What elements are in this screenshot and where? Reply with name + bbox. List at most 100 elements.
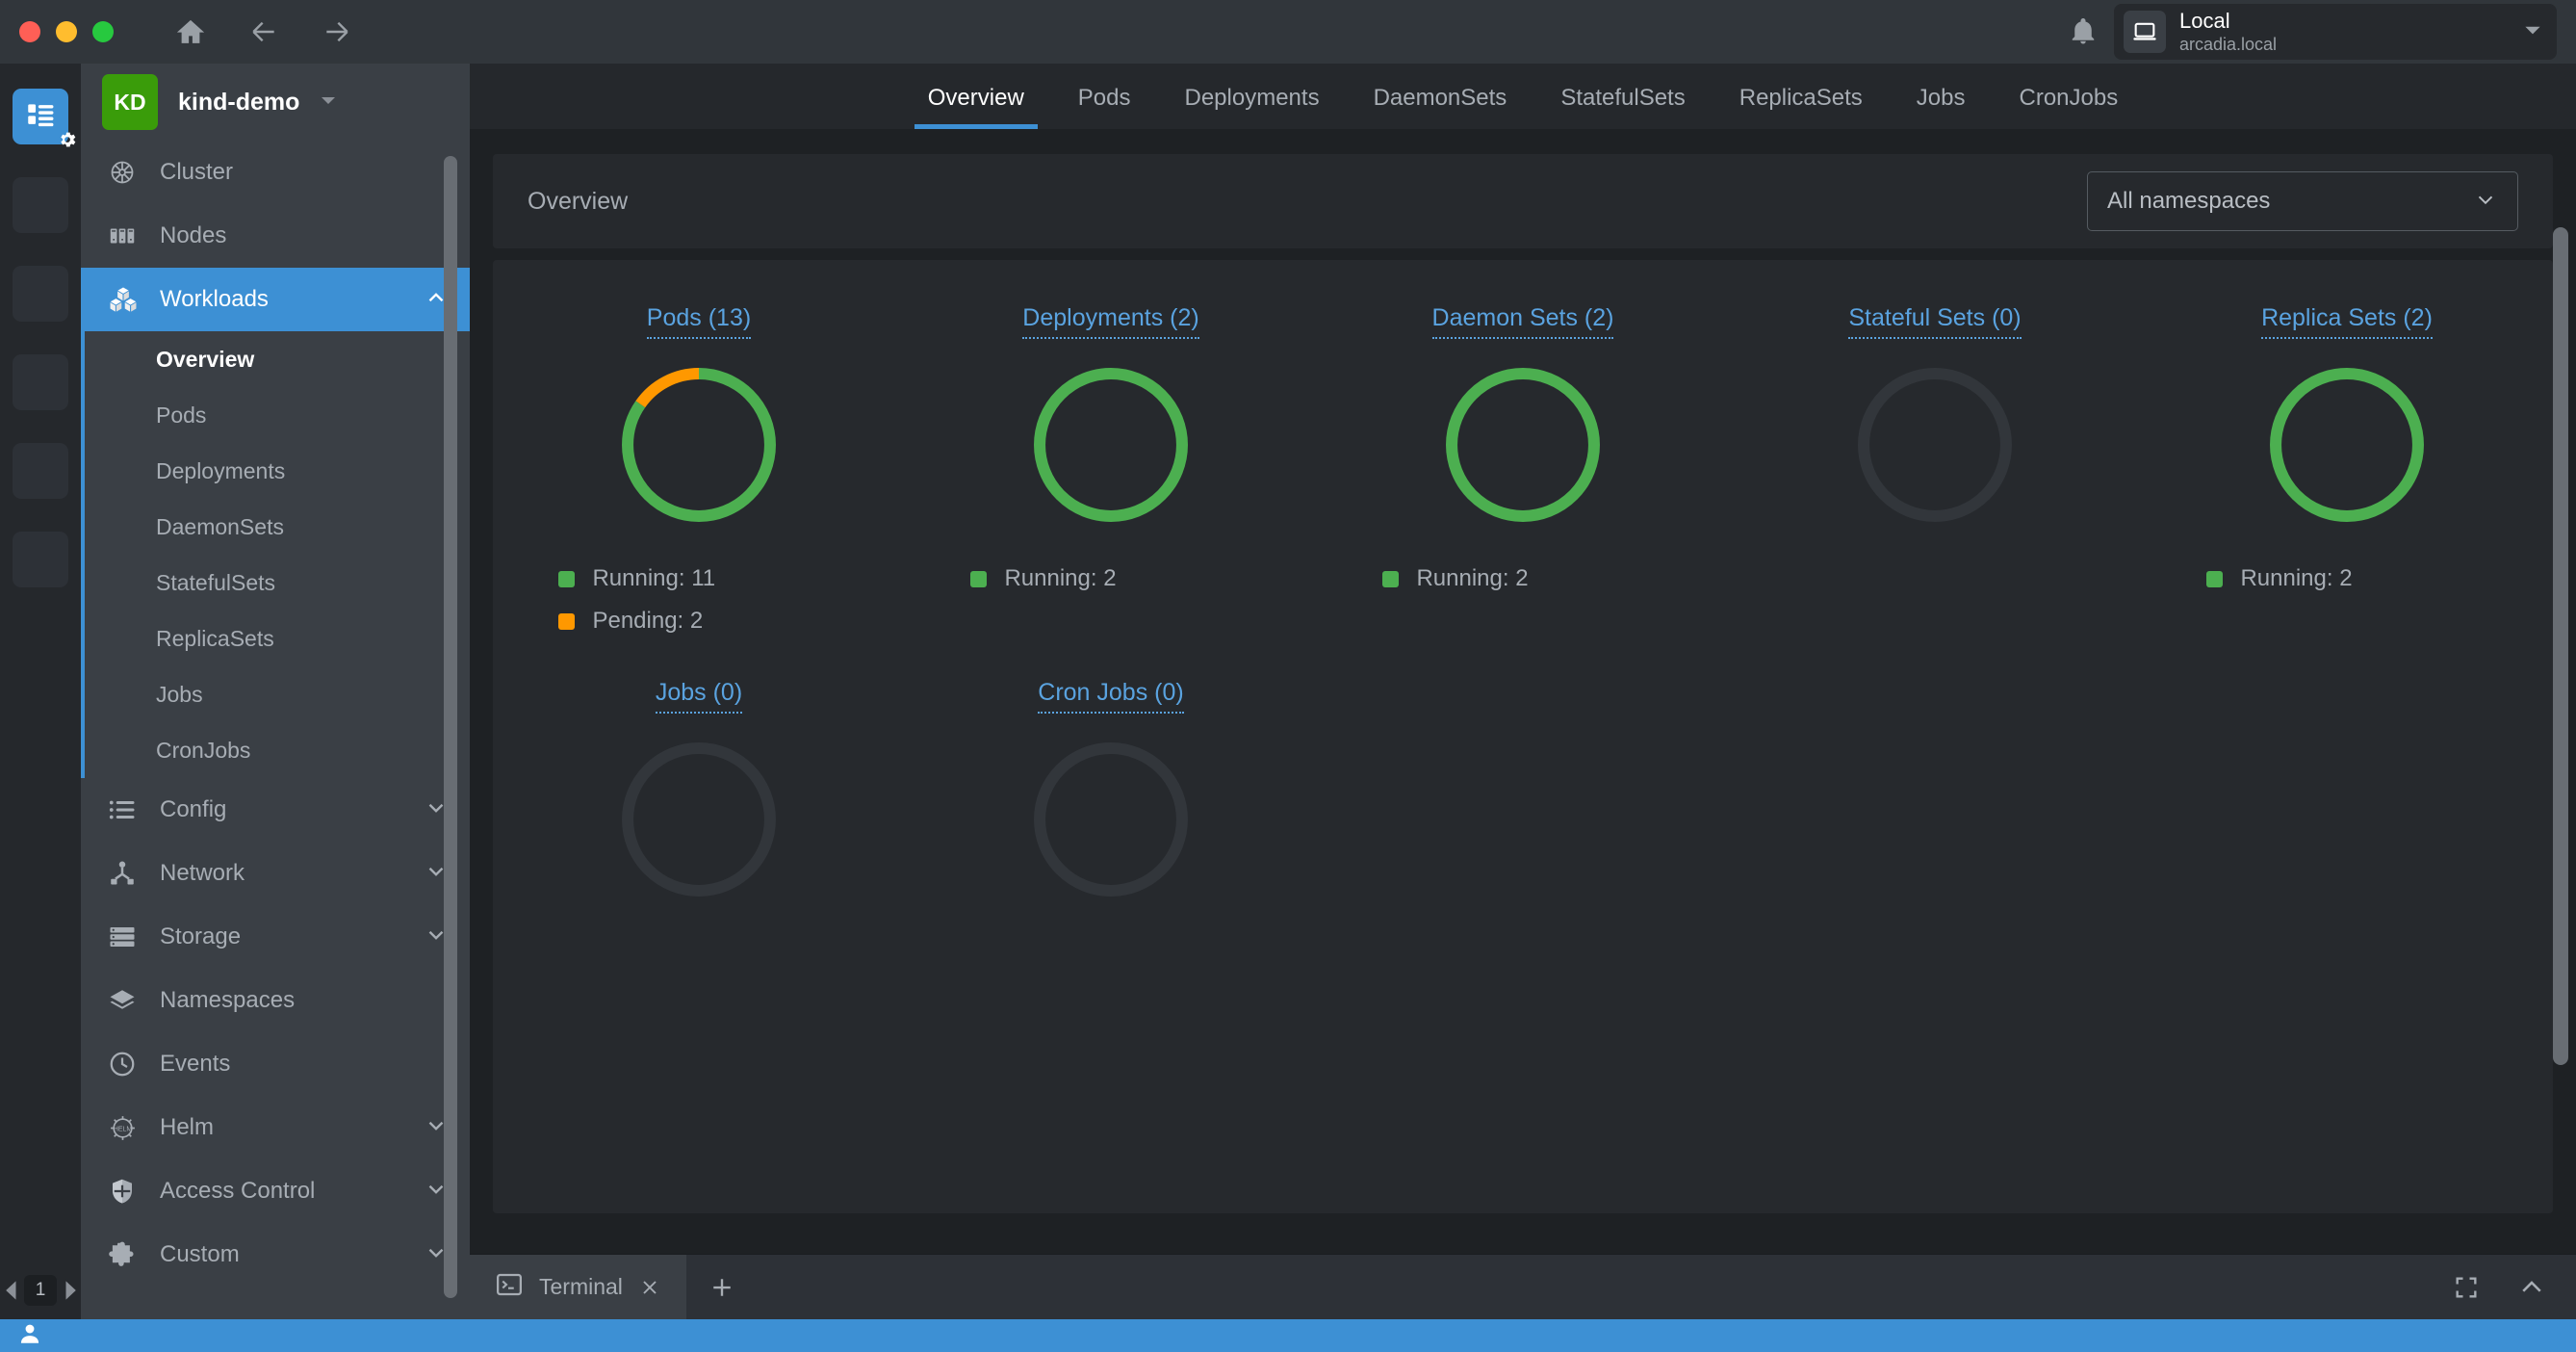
sidebar-item-events[interactable]: Events: [81, 1032, 470, 1096]
sidebar-item-helm[interactable]: HELM Helm: [81, 1096, 470, 1159]
gear-icon[interactable]: [57, 129, 78, 150]
sidebar-cluster-header[interactable]: KD kind-demo: [81, 64, 470, 141]
sidebar-subitem-label: CronJobs: [156, 737, 251, 763]
pagination-prev-icon[interactable]: [0, 1278, 20, 1303]
chart-title-link[interactable]: Deployments (2): [1022, 304, 1199, 339]
status-bar: [0, 1319, 2576, 1352]
sidebar-item-label: Events: [160, 1051, 231, 1077]
dock-tab-terminal[interactable]: Terminal: [470, 1255, 686, 1319]
tab-label: Pods: [1077, 85, 1131, 111]
sidebar-subitem-jobs[interactable]: Jobs: [85, 666, 470, 722]
back-arrow-icon[interactable]: [246, 14, 281, 49]
laptop-icon: [2124, 11, 2166, 53]
rail-placeholder-tile-4[interactable]: [13, 443, 68, 499]
user-icon[interactable]: [17, 1321, 42, 1351]
workload-charts-panel: Pods (13) Running: 11 Pending: 2 Deploym…: [493, 260, 2553, 1213]
cluster-picker[interactable]: Local arcadia.local: [2114, 4, 2557, 60]
tab-deployments[interactable]: Deployments: [1158, 85, 1347, 129]
svg-text:HELM: HELM: [114, 1126, 133, 1132]
navigation-buttons: [173, 14, 354, 49]
overview-header-panel: Overview All namespaces: [493, 154, 2553, 248]
namespace-select[interactable]: All namespaces: [2087, 171, 2518, 231]
chart-card-cronjobs: Cron Jobs (0): [905, 667, 1317, 907]
pagination-next-icon[interactable]: [61, 1278, 81, 1303]
sidebar-subitem-cronjobs[interactable]: CronJobs: [85, 722, 470, 778]
legend-item: Running: 2: [970, 558, 1317, 600]
sidebar-item-network[interactable]: Network: [81, 842, 470, 905]
rail-placeholder-tile-1[interactable]: [13, 177, 68, 233]
replicasets-legend: Running: 2: [2141, 558, 2553, 600]
rail-active-cluster-tile[interactable]: [13, 89, 76, 147]
title-bar: Local arcadia.local: [0, 0, 2576, 64]
tab-replicasets[interactable]: ReplicaSets: [1713, 85, 1890, 129]
sidebar-scrollbar[interactable]: [444, 156, 457, 1302]
titlebar-right: Local arcadia.local: [2062, 4, 2576, 60]
sidebar-scrollbar-thumb[interactable]: [444, 156, 457, 1298]
sidebar-subitem-statefulsets[interactable]: StatefulSets: [85, 555, 470, 611]
sidebar-subitem-daemonsets[interactable]: DaemonSets: [85, 499, 470, 555]
chart-title-link[interactable]: Pods (13): [646, 304, 752, 339]
tab-overview[interactable]: Overview: [901, 85, 1051, 129]
pagination-page-number[interactable]: 1: [24, 1275, 57, 1306]
chevron-up-icon[interactable]: [2512, 1268, 2551, 1307]
chart-title-link[interactable]: Stateful Sets (0): [1848, 304, 2022, 339]
cronjobs-donut-chart: [1028, 737, 1194, 907]
zoom-window-button[interactable]: [92, 21, 114, 42]
minimize-window-button[interactable]: [56, 21, 77, 42]
sidebar-subitem-replicasets[interactable]: ReplicaSets: [85, 611, 470, 666]
sidebar-subitem-pods[interactable]: Pods: [85, 387, 470, 443]
cluster-picker-text: Local arcadia.local: [2179, 9, 2520, 55]
pods-legend: Running: 11 Pending: 2: [493, 558, 905, 642]
tab-statefulsets[interactable]: StatefulSets: [1533, 85, 1712, 129]
chart-title-link[interactable]: Daemon Sets (2): [1431, 304, 1614, 339]
rail-placeholder-tile-3[interactable]: [13, 354, 68, 410]
close-icon[interactable]: [638, 1276, 661, 1299]
tab-pods[interactable]: Pods: [1051, 85, 1158, 129]
main-scrollbar[interactable]: [2553, 227, 2568, 1254]
rail-placeholder-tile-5[interactable]: [13, 532, 68, 587]
sidebar-item-storage[interactable]: Storage: [81, 905, 470, 969]
legend-label: Running: 11: [592, 565, 716, 591]
tab-jobs[interactable]: Jobs: [1890, 85, 1993, 129]
sidebar-subitem-overview[interactable]: Overview: [85, 331, 470, 387]
sidebar-item-nodes[interactable]: Nodes: [81, 204, 470, 268]
sidebar-subitem-label: Jobs: [156, 681, 203, 707]
sidebar-item-config[interactable]: Config: [81, 778, 470, 842]
chart-card-daemonsets: Daemon Sets (2) Running: 2: [1317, 293, 1729, 642]
bottom-dock: Terminal: [470, 1254, 2576, 1319]
page-title: Overview: [528, 187, 629, 215]
list-icon: [108, 797, 144, 822]
sidebar-subitem-deployments[interactable]: Deployments: [85, 443, 470, 499]
chart-title-link[interactable]: Cron Jobs (0): [1038, 679, 1184, 714]
cluster-name-label: kind-demo: [178, 88, 300, 116]
sidebar-item-label: Helm: [160, 1114, 215, 1140]
main-scrollbar-thumb[interactable]: [2553, 227, 2568, 1065]
sidebar-item-namespaces[interactable]: Namespaces: [81, 969, 470, 1032]
sidebar-item-label: Access Control: [160, 1178, 316, 1204]
forward-arrow-icon[interactable]: [320, 14, 354, 49]
sidebar-item-label: Custom: [160, 1241, 240, 1267]
tab-label: CronJobs: [2019, 85, 2119, 111]
clock-icon: [108, 1050, 144, 1079]
tab-daemonsets[interactable]: DaemonSets: [1347, 85, 1534, 129]
rail-placeholder-tile-2[interactable]: [13, 266, 68, 322]
chevron-down-icon[interactable]: [317, 89, 340, 117]
sidebar-item-workloads[interactable]: Workloads: [81, 268, 470, 331]
tab-cronjobs[interactable]: CronJobs: [1993, 85, 2146, 129]
fullscreen-icon[interactable]: [2447, 1268, 2486, 1307]
close-window-button[interactable]: [19, 21, 40, 42]
window-traffic-lights: [19, 21, 114, 42]
sidebar-item-access-control[interactable]: Access Control: [81, 1159, 470, 1223]
home-icon[interactable]: [173, 14, 208, 49]
sidebar-item-custom[interactable]: Custom: [81, 1223, 470, 1287]
sidebar-item-cluster[interactable]: Cluster: [81, 141, 470, 204]
tab-label: Deployments: [1184, 85, 1320, 111]
chart-title-link[interactable]: Replica Sets (2): [2261, 304, 2433, 339]
legend-swatch-pending: [558, 612, 576, 630]
chart-card-statefulsets: Stateful Sets (0): [1729, 293, 2141, 642]
notifications-bell-icon[interactable]: [2062, 11, 2104, 53]
chevron-down-icon[interactable]: [2520, 17, 2545, 47]
chart-title-link[interactable]: Jobs (0): [655, 679, 743, 714]
tab-label: ReplicaSets: [1739, 85, 1863, 111]
add-terminal-button[interactable]: [686, 1255, 758, 1319]
